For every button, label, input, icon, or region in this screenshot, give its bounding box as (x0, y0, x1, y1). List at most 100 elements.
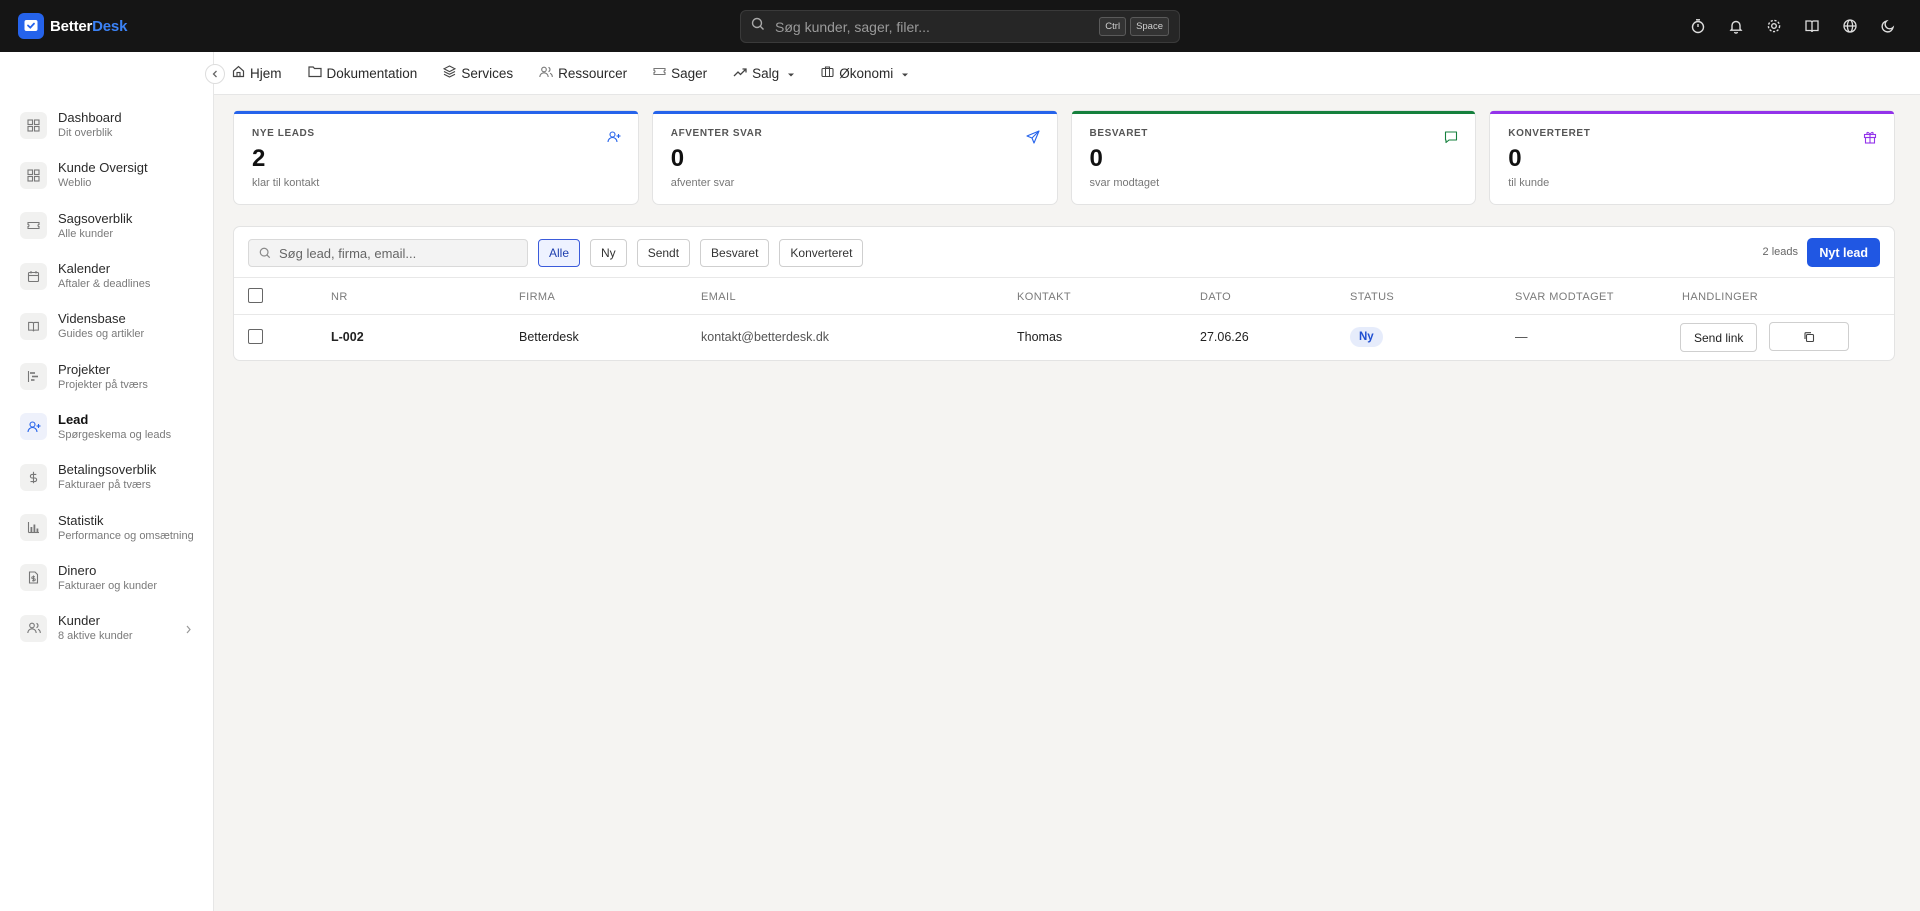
sidebar-item-label: Sagsoverblik (58, 210, 133, 226)
sidebar-item-dinero[interactable]: Dinero Fakturaer og kunder (0, 553, 214, 603)
global-search-input[interactable]: Søg kunder, sager, filer... Ctrl Space (740, 10, 1180, 43)
stat-card-value: 0 (670, 145, 685, 172)
nav-link-services[interactable]: Services (443, 65, 513, 81)
stat-cards: NYE LEADS 2 klar til kontakt AFVENTER SVAR 0… (233, 110, 1895, 205)
lead-email: kontakt@betterdesk.dk (701, 330, 830, 344)
nav-link-hjem[interactable]: Hjem (232, 65, 282, 81)
sidebar-item-kunde-oversigt[interactable]: Kunde Oversigt Weblio (0, 150, 214, 200)
table-row[interactable]: L-002 Betterdesk kontakt@betterdesk.dk T… (234, 315, 1894, 361)
status-filters: Alle Ny Sendt Besvaret Konverteret (538, 239, 864, 267)
grid-icon (20, 161, 47, 189)
sidebar-item-label: Statistik (58, 512, 104, 528)
sidebar-item-sagsoverblik[interactable]: Sagsoverblik Alle kunder (0, 201, 214, 251)
stat-card-afventer-svar: AFVENTER SVAR 0 afventer svar (651, 110, 1058, 205)
stat-card-title: KONVERTERET (1508, 128, 1591, 139)
leads-panel: Alle Ny Sendt Besvaret Konverteret 2 leads N… (233, 226, 1895, 361)
copy-link-button[interactable] (1769, 322, 1849, 351)
nav-link-label: Økonomi (839, 65, 894, 81)
lead-nr[interactable]: L-002 (331, 330, 364, 344)
sidebar-item-vidensbase[interactable]: Vidensbase Guides og artikler (0, 301, 214, 351)
logo-text-accent: Desk (92, 17, 128, 35)
select-all-checkbox[interactable] (248, 288, 263, 303)
sidebar-item-sublabel: Projekter på tværs (58, 378, 148, 391)
filter-ny[interactable]: Ny (590, 239, 627, 267)
nav-link-label: Sager (671, 65, 708, 81)
shortcut-key-ctrl: Ctrl (1099, 17, 1127, 36)
filter-alle[interactable]: Alle (538, 239, 581, 267)
column-header-kontakt[interactable]: KONTAKT (1017, 291, 1071, 303)
stat-card-accent (234, 111, 638, 114)
sidebar-item-text: Kalender Aftaler & deadlines (58, 261, 150, 291)
nav-link-ressourcer[interactable]: Ressourcer (539, 65, 627, 82)
sidebar-item-betalingsoverblik[interactable]: Betalingsoverblik Fakturaer på tværs (0, 452, 214, 502)
filter-sendt[interactable]: Sendt (636, 239, 691, 267)
stat-card-accent (652, 111, 1057, 114)
gear-icon[interactable] (1764, 16, 1784, 36)
chevron-right-icon[interactable] (185, 621, 192, 639)
logo-text-primary: Better (50, 17, 93, 35)
column-header-firma[interactable]: FIRMA (519, 291, 555, 303)
sidebar-item-text: Dinero Fakturaer og kunder (58, 563, 157, 593)
sidebar-item-sublabel: Dit overblik (58, 127, 113, 140)
home-icon (232, 65, 245, 81)
sidebar-item-kalender[interactable]: Kalender Aftaler & deadlines (0, 251, 214, 301)
nav-link-label: Dokumentation (326, 65, 418, 81)
copy-icon (1804, 331, 1815, 342)
sidebar-item-label: Projekter (58, 361, 111, 377)
stat-card-value: 2 (252, 145, 266, 172)
globe-icon[interactable] (1840, 16, 1860, 36)
stat-card-title: NYE LEADS (252, 128, 315, 139)
sidebar-item-sublabel: Fakturaer på tværs (58, 479, 151, 492)
column-header-status[interactable]: STATUS (1350, 291, 1394, 303)
sidebar-item-dashboard[interactable]: Dashboard Dit overblik (0, 100, 214, 150)
sidebar-item-lead[interactable]: Lead Spørgeskema og leads (0, 402, 214, 452)
layers-icon (443, 65, 457, 81)
nav-link-økonomi[interactable]: Økonomi (821, 65, 909, 81)
app-logo[interactable]: BetterDesk (18, 13, 127, 39)
sidebar-item-text: Dashboard Dit overblik (58, 110, 122, 140)
sidebar-item-sublabel: Guides og artikler (58, 328, 145, 341)
nav-link-sager[interactable]: Sager (653, 65, 707, 81)
logo-icon (18, 13, 44, 39)
lead-search-field[interactable] (248, 239, 528, 267)
stat-card-konverteret: KONVERTERET 0 til kunde (1489, 110, 1895, 205)
message-icon (1444, 130, 1458, 149)
sidebar-item-sublabel: Aftaler & deadlines (58, 278, 151, 291)
new-lead-button[interactable]: Nyt lead (1807, 238, 1880, 267)
timer-icon[interactable] (1688, 16, 1708, 36)
nav-link-salg[interactable]: Salg (733, 66, 795, 81)
row-checkbox[interactable] (248, 329, 263, 344)
lead-kontakt: Thomas (1017, 330, 1063, 344)
bell-icon[interactable] (1726, 16, 1746, 36)
sidebar-item-sublabel: Fakturaer og kunder (58, 579, 158, 592)
sidebar-item-kunder[interactable]: Kunder 8 aktive kunder (0, 603, 214, 653)
sidebar-item-projekter[interactable]: Projekter Projekter på tværs (0, 351, 214, 401)
lead-search-input[interactable] (279, 245, 519, 261)
lead-svar-modtaget: — (1515, 330, 1528, 344)
column-header-svar-modtaget[interactable]: SVAR MODTAGET (1515, 291, 1614, 303)
stat-card-sublabel: til kunde (1508, 177, 1550, 189)
sidebar-item-statistik[interactable]: Statistik Performance og omsætning (0, 502, 214, 552)
sidebar-collapse-button[interactable] (205, 64, 225, 84)
sidebar-item-text: Projekter Projekter på tværs (58, 362, 148, 392)
sidebar-item-sublabel: Weblio (58, 177, 92, 190)
send-link-button[interactable]: Send link (1680, 323, 1758, 352)
sidebar-item-label: Dinero (58, 562, 97, 578)
filter-besvaret[interactable]: Besvaret (700, 239, 770, 267)
filter-konverteret[interactable]: Konverteret (779, 239, 864, 267)
column-header-handlinger[interactable]: HANDLINGER (1682, 291, 1758, 303)
sidebar-item-sublabel: Performance og omsætning (58, 529, 194, 542)
top-bar: BetterDesk Søg kunder, sager, filer... C… (0, 0, 1920, 52)
book-icon[interactable] (1802, 16, 1822, 36)
stat-card-accent (1071, 111, 1476, 114)
column-header-dato[interactable]: DATO (1200, 291, 1231, 303)
sidebar-item-label: Kunder (58, 613, 100, 629)
nav-link-dokumentation[interactable]: Dokumentation (307, 65, 418, 81)
column-header-email[interactable]: EMAIL (701, 291, 736, 303)
gift-icon (1863, 130, 1877, 149)
column-header-nr[interactable]: NR (331, 291, 348, 303)
moon-icon[interactable] (1878, 16, 1898, 36)
sidebar-item-label: Lead (58, 411, 89, 427)
shortcut-key-space: Space (1130, 17, 1169, 36)
sidebar-item-label: Vidensbase (58, 311, 126, 327)
